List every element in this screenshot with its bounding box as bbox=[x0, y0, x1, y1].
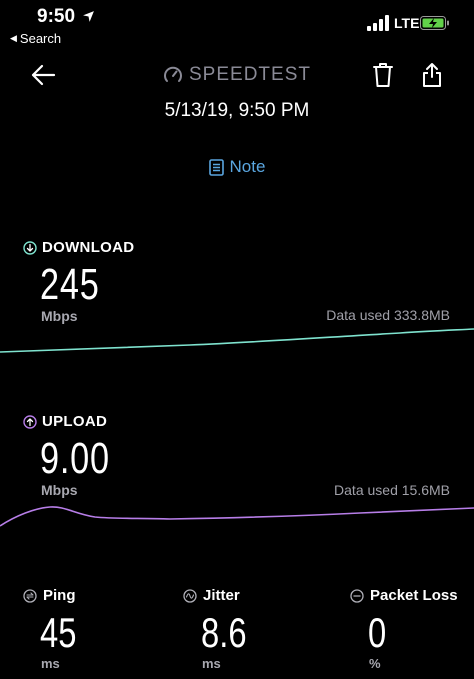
download-value: 245 bbox=[40, 260, 100, 309]
download-label: DOWNLOAD bbox=[42, 239, 135, 256]
packet-loss-label: Packet Loss bbox=[370, 587, 458, 604]
network-type: LTE bbox=[394, 15, 420, 31]
back-to-search-label: Search bbox=[19, 31, 62, 46]
ping-icon bbox=[23, 588, 37, 603]
status-time: 9:50 bbox=[37, 6, 76, 27]
download-data-used: Data used 333.8MB bbox=[326, 307, 450, 323]
back-to-search-link[interactable]: ◀ Search bbox=[10, 31, 61, 46]
packet-loss-icon bbox=[350, 588, 364, 603]
download-speed-graph bbox=[0, 328, 474, 353]
download-header: DOWNLOAD bbox=[23, 239, 134, 256]
note-icon bbox=[208, 158, 224, 176]
ping-unit: ms bbox=[41, 656, 60, 671]
jitter-value: 8.6 bbox=[201, 609, 247, 656]
jitter-unit: ms bbox=[202, 656, 221, 671]
battery-charging-icon bbox=[420, 16, 449, 30]
test-datetime: 5/13/19, 9:50 PM bbox=[164, 100, 310, 121]
note-button[interactable]: Note bbox=[0, 157, 474, 177]
brand-name: SPEEDTEST bbox=[189, 64, 311, 85]
signal-bars-icon bbox=[367, 15, 389, 31]
upload-speed-graph bbox=[0, 506, 474, 527]
trash-icon[interactable] bbox=[372, 62, 394, 88]
ping-label: Ping bbox=[43, 587, 76, 604]
ping-header: Ping bbox=[23, 587, 76, 604]
speedtest-gauge-icon bbox=[164, 66, 182, 82]
jitter-label: Jitter bbox=[203, 587, 240, 604]
upload-value: 9.00 bbox=[40, 434, 110, 483]
packet-loss-value: 0 bbox=[368, 609, 387, 656]
jitter-icon bbox=[183, 588, 197, 603]
note-label: Note bbox=[229, 157, 266, 176]
packet-loss-unit: % bbox=[369, 656, 381, 671]
upload-arrow-icon bbox=[23, 414, 37, 429]
share-icon[interactable] bbox=[421, 62, 443, 88]
ping-value: 45 bbox=[40, 609, 77, 656]
upload-header: UPLOAD bbox=[23, 413, 107, 430]
speedtest-brand: SPEEDTEST bbox=[0, 64, 474, 86]
upload-label: UPLOAD bbox=[42, 413, 108, 430]
jitter-header: Jitter bbox=[183, 587, 240, 604]
back-triangle-icon: ◀ bbox=[10, 33, 17, 43]
packet-loss-header: Packet Loss bbox=[350, 587, 458, 604]
location-arrow-icon bbox=[83, 11, 94, 22]
download-arrow-icon bbox=[23, 240, 37, 255]
